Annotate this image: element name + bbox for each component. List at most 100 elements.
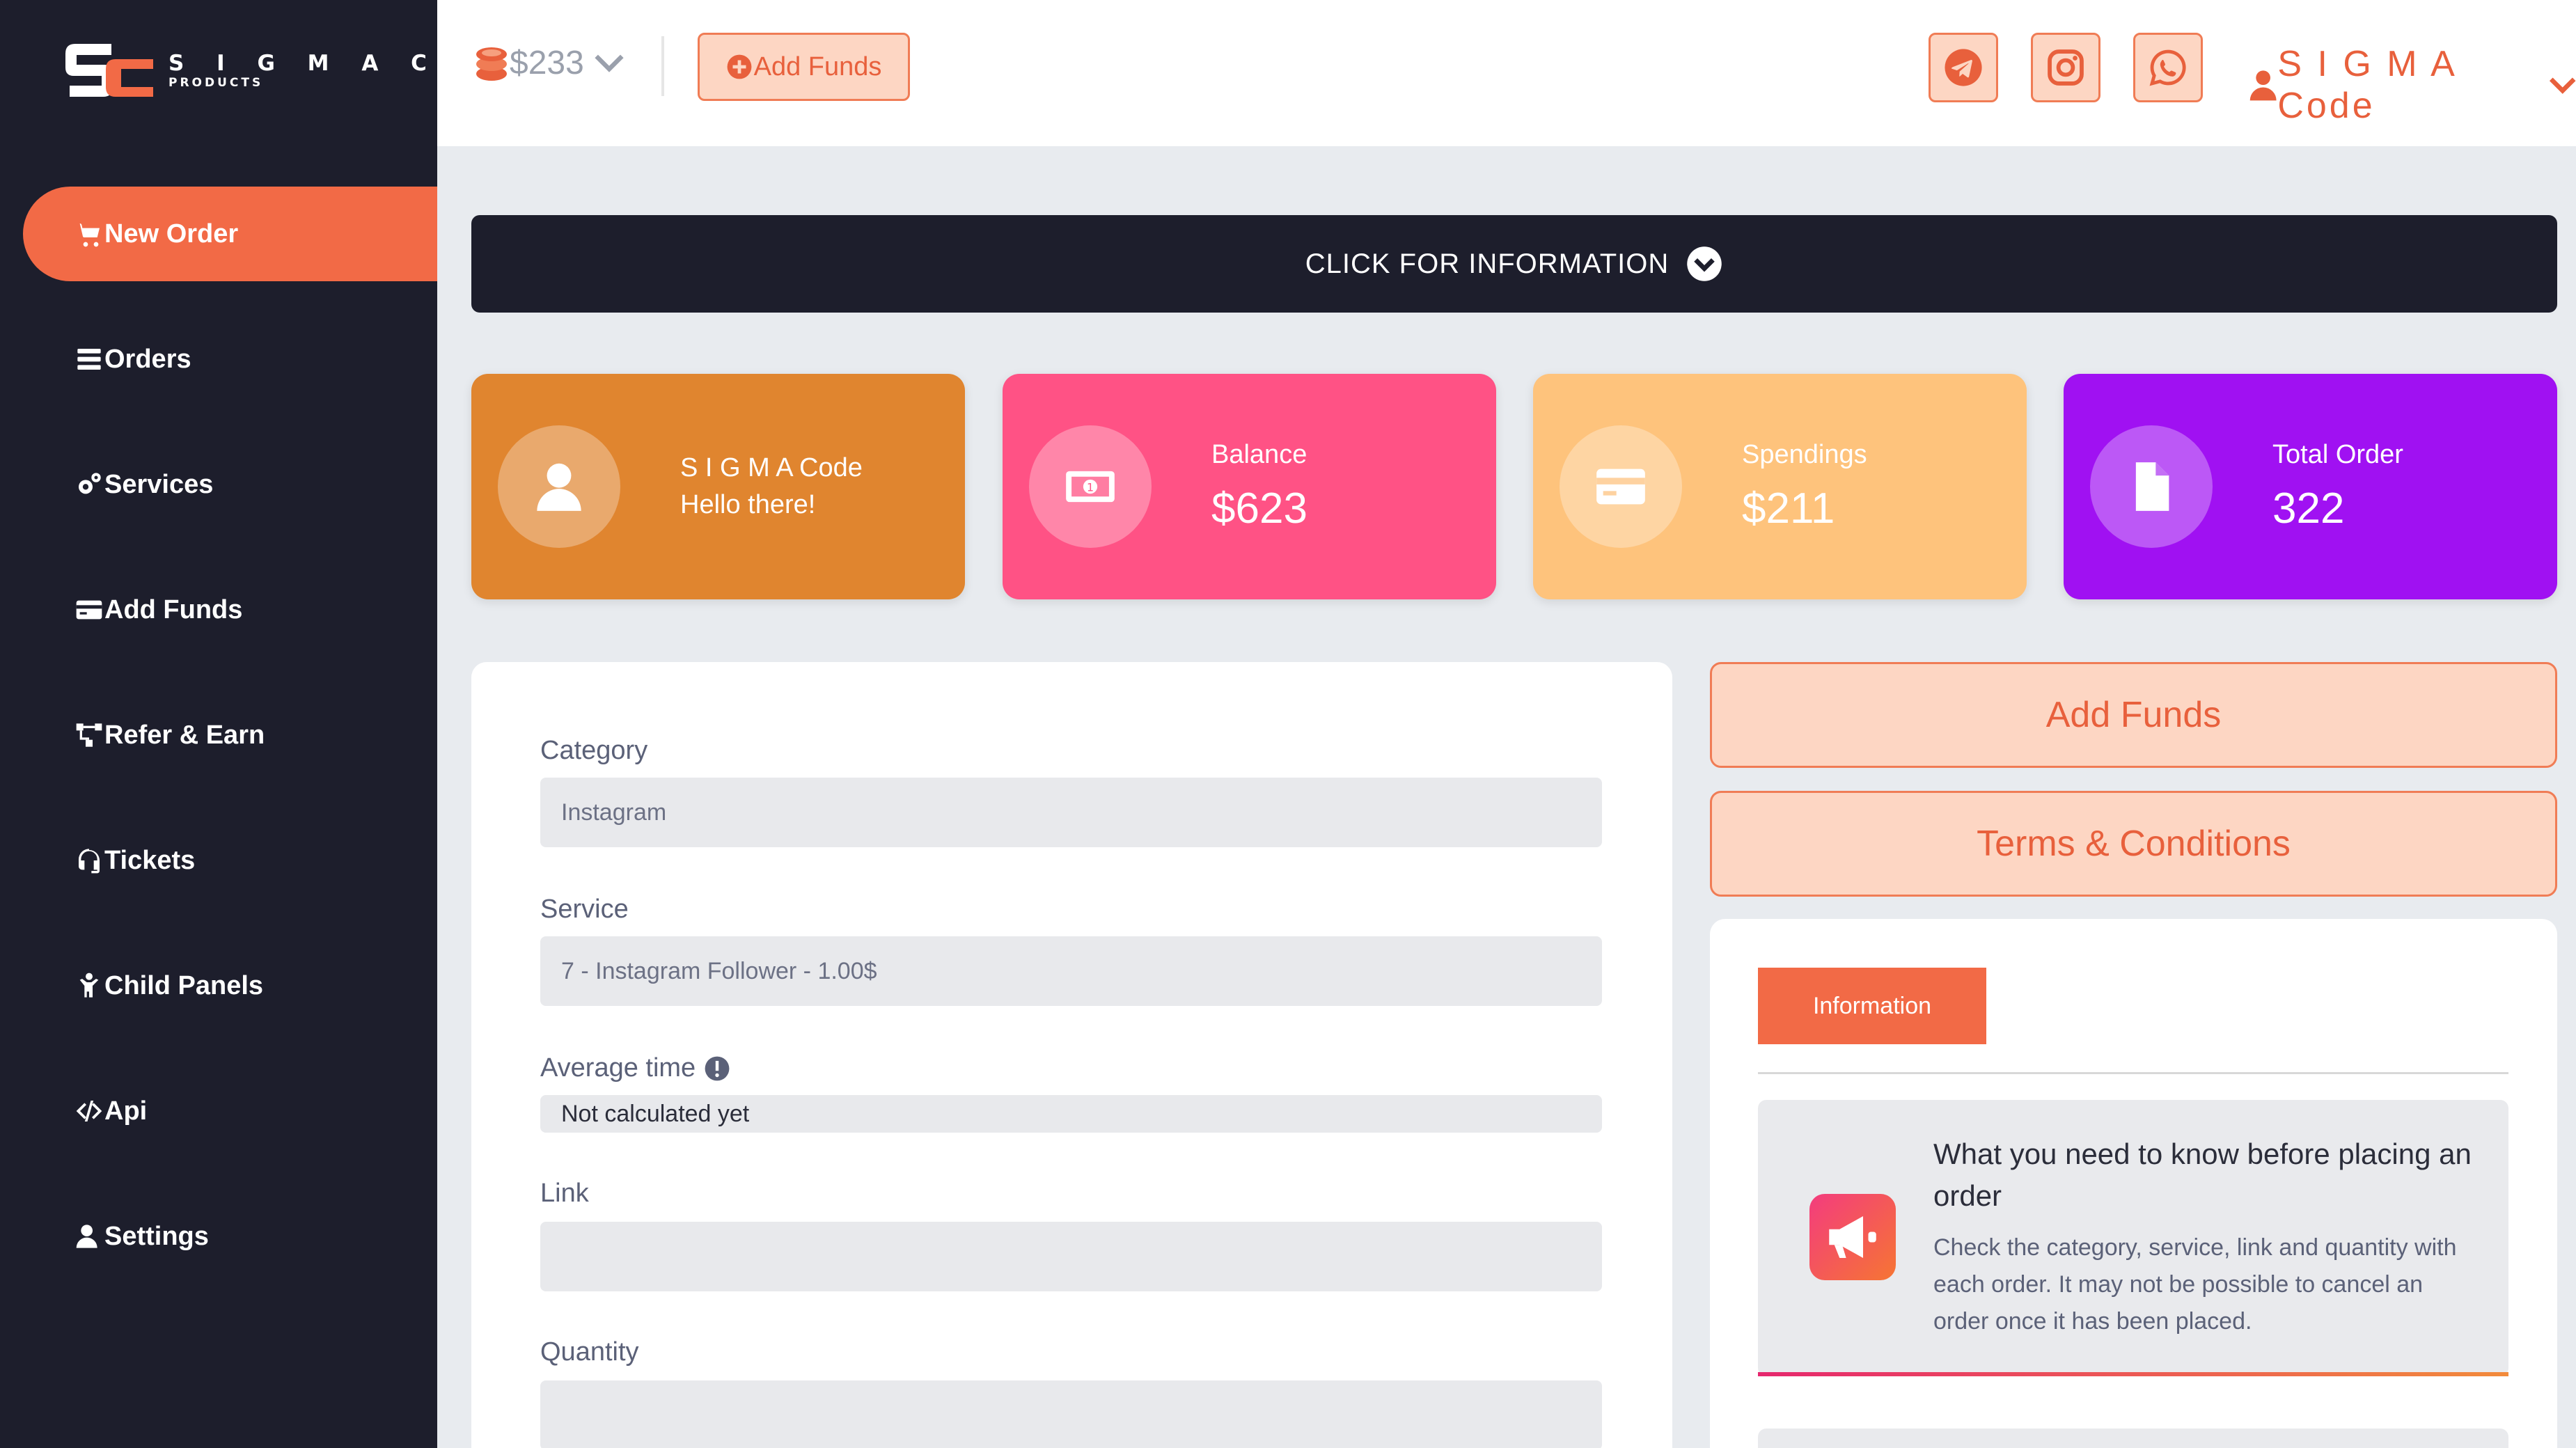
code-icon (76, 1101, 102, 1122)
tab-information-label: Information (1812, 992, 1932, 1019)
terms-conditions-label: Terms & Conditions (1977, 824, 2291, 864)
credit-card-icon (76, 600, 102, 620)
sidebar-item-add-funds[interactable]: Add Funds (0, 562, 437, 657)
information-toggle[interactable]: CLICK FOR INFORMATION (471, 215, 2557, 313)
megaphone-icon (1829, 1216, 1876, 1258)
sidebar-item-label: Tickets (104, 845, 196, 875)
divider (661, 36, 664, 96)
tab-information[interactable]: Information (1758, 968, 1986, 1044)
category-label: Category (540, 736, 648, 765)
next-notice-card (1758, 1429, 2508, 1448)
chevron-down-icon (2549, 77, 2576, 94)
sidebar-item-label: Child Panels (104, 970, 264, 1000)
credit-card-icon (1596, 469, 1645, 505)
money-bill-icon: 1 (1066, 471, 1115, 503)
balance-amount: $623 (1211, 485, 1307, 533)
notice-accent-bar (1758, 1372, 2508, 1376)
average-time-label-row: Average time (540, 1053, 730, 1083)
sidebar-item-child-panels[interactable]: Child Panels (0, 938, 437, 1033)
profile-name: S I G M A Code (680, 453, 863, 482)
add-funds-large-label: Add Funds (2045, 695, 2222, 735)
average-time-label: Average time (540, 1053, 696, 1083)
sidebar-item-api[interactable]: Api (0, 1064, 437, 1158)
category-select[interactable]: Instagram (540, 778, 1602, 847)
quantity-label: Quantity (540, 1337, 639, 1367)
information-toggle-label: CLICK FOR INFORMATION (1305, 248, 1670, 279)
sidebar-item-label: Settings (104, 1221, 209, 1251)
telegram-button[interactable] (1929, 33, 1998, 102)
notice-body: Check the category, service, link and qu… (1933, 1234, 2457, 1335)
sidebar-item-new-order[interactable]: New Order (23, 187, 437, 281)
balance-value: $233 (510, 44, 584, 81)
headset-icon (79, 849, 100, 874)
sidebar-item-tickets[interactable]: Tickets (0, 813, 437, 908)
link-label: Link (540, 1179, 589, 1208)
add-funds-button[interactable]: Add Funds (698, 33, 910, 101)
quantity-input[interactable] (540, 1380, 1602, 1448)
new-order-form: Category Instagram Service 7 - Instagram… (471, 662, 1672, 1448)
coins-icon (476, 47, 507, 81)
avatar (498, 425, 620, 548)
sidebar-item-label: Api (104, 1096, 148, 1126)
terms-conditions-button[interactable]: Terms & Conditions (1710, 791, 2557, 897)
balance-card: 1 Balance $623 (1003, 374, 1496, 599)
user-icon (537, 463, 581, 511)
service-select[interactable]: 7 - Instagram Follower - 1.00$ (540, 936, 1602, 1006)
add-funds-label: Add Funds (753, 52, 882, 81)
chevron-circle-down-icon (1687, 246, 1722, 281)
topbar: $233 Add Funds S I G M A Code (437, 0, 2576, 146)
sidebar-item-refer-earn[interactable]: Refer & Earn (0, 688, 437, 782)
plus-circle-icon (727, 54, 752, 79)
whatsapp-button[interactable] (2133, 33, 2203, 102)
tab-divider (1758, 1072, 2508, 1074)
gears-icon (79, 473, 101, 494)
average-time-field: Not calculated yet (540, 1095, 1602, 1133)
user-gear-icon (76, 1225, 97, 1248)
spendings-card: Spendings $211 (1533, 374, 2027, 599)
instagram-button[interactable] (2031, 33, 2100, 102)
file-icon (2135, 462, 2169, 511)
logo-mark-icon (56, 38, 160, 102)
user-name: S I G M A Code (2277, 44, 2456, 126)
average-time-value: Not calculated yet (561, 1100, 750, 1127)
balance-label: Balance (1211, 440, 1307, 469)
add-funds-large-button[interactable]: Add Funds (1710, 662, 2557, 768)
card-circle (1560, 425, 1682, 548)
service-value: 7 - Instagram Follower - 1.00$ (561, 957, 877, 984)
sidebar-item-orders[interactable]: Orders (0, 312, 437, 407)
svg-text:1: 1 (1087, 480, 1094, 494)
sidebar: S I G M A Code PRODUCTS New Order Orders… (0, 0, 509, 1448)
list-icon (77, 349, 101, 370)
money-circle: 1 (1029, 425, 1152, 548)
sidebar-item-settings[interactable]: Settings (0, 1189, 437, 1284)
total-orders-label: Total Order (2272, 440, 2403, 469)
profile-greeting: Hello there! (680, 490, 816, 519)
sidebar-item-label: Orders (104, 344, 191, 374)
sidebar-item-label: Add Funds (104, 595, 243, 624)
spendings-label: Spendings (1742, 440, 1867, 469)
total-orders-card: Total Order 322 (2064, 374, 2557, 599)
profile-card: S I G M A Code Hello there! (471, 374, 965, 599)
user-icon (2249, 70, 2277, 101)
sidebar-item-services[interactable]: Services (0, 437, 437, 532)
user-menu[interactable]: S I G M A Code (2249, 43, 2576, 127)
file-circle (2090, 425, 2213, 548)
category-value: Instagram (561, 798, 667, 826)
cart-icon (76, 223, 100, 247)
sidebar-item-label: Services (104, 469, 214, 499)
total-orders-value: 322 (2272, 485, 2345, 533)
service-label: Service (540, 895, 629, 924)
link-input[interactable] (540, 1222, 1602, 1291)
whatsapp-icon (2149, 49, 2186, 86)
info-circle-icon[interactable] (704, 1055, 730, 1082)
telegram-icon (1945, 49, 1982, 86)
megaphone-badge (1809, 1194, 1896, 1280)
balance-dropdown[interactable]: $233 (473, 43, 625, 82)
sidebar-nav: New Order Orders Services Add Funds Refe… (0, 187, 437, 1314)
information-panel: Information What you need to know before… (1710, 919, 2557, 1448)
child-icon (79, 973, 99, 998)
chevron-down-icon (595, 54, 624, 72)
instagram-icon (2048, 49, 2084, 86)
network-icon (76, 723, 102, 747)
sidebar-item-label: New Order (104, 219, 239, 249)
